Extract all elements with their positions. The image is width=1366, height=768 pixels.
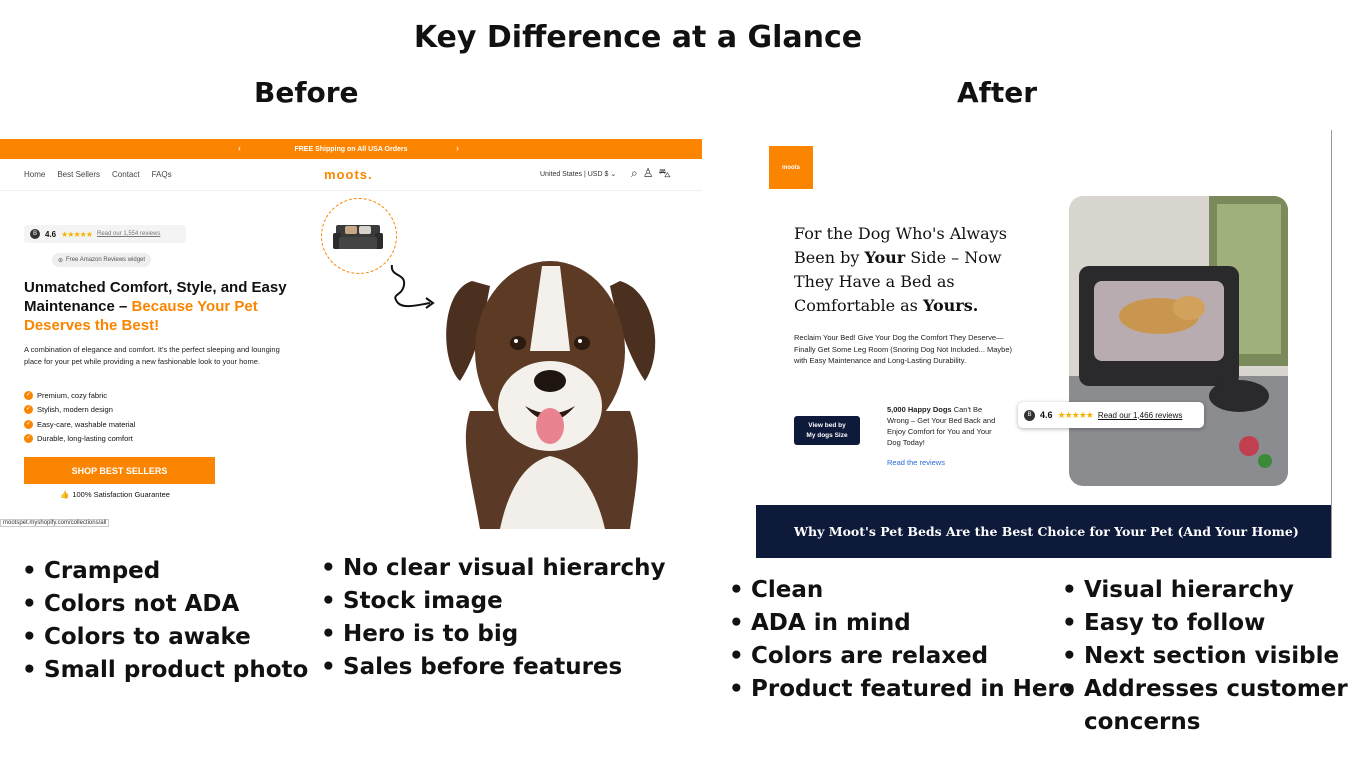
- list-item: ADA in mind: [727, 607, 1075, 640]
- check-icon: ✓: [24, 419, 33, 429]
- chevron-right-icon[interactable]: ›: [456, 143, 459, 153]
- happy-dogs-count: 5,000 Happy Dogs: [887, 405, 952, 414]
- headline-bold-1: Your: [864, 248, 906, 267]
- stars-icon: ★★★★★: [1057, 409, 1094, 420]
- after-notes-right: Visual hierarchy Easy to follow Next sec…: [1060, 574, 1360, 739]
- moots-logo[interactable]: moots.: [324, 167, 373, 182]
- before-notes-right: No clear visual hierarchy Stock image He…: [319, 552, 665, 684]
- hero-headline: For the Dog Who's Always Been by Your Si…: [794, 222, 1034, 318]
- sofa-bed-image: [333, 225, 383, 249]
- before-heading: Before: [254, 76, 359, 109]
- account-icon[interactable]: ♙: [643, 166, 654, 180]
- dog-stock-photo: [446, 261, 656, 529]
- feature-label: Easy-care, washable material: [37, 419, 136, 429]
- feature-label: Stylish, modern design: [37, 405, 113, 415]
- hero-description: Reclaim Your Bed! Give Your Dog the Comf…: [794, 333, 1013, 365]
- list-item: Stock image: [319, 585, 665, 618]
- nav-best-sellers[interactable]: Best Sellers: [57, 170, 100, 179]
- widget-label: Free Amazon Reviews widget: [66, 257, 146, 263]
- stars-icon: ★★★★★: [61, 229, 93, 239]
- feature-label: Durable, long-lasting comfort: [37, 434, 133, 444]
- reviews-badge-icon: B: [30, 229, 40, 239]
- shipping-banner: ‹ FREE Shipping on All USA Orders ›: [0, 139, 702, 159]
- search-icon[interactable]: ⌕: [631, 166, 638, 180]
- after-notes-left: Clean ADA in mind Colors are relaxed Pro…: [727, 574, 1075, 706]
- chevron-down-icon: ⌄: [610, 171, 617, 178]
- read-reviews-link[interactable]: Read the reviews: [887, 458, 945, 467]
- list-item: Sales before features: [319, 651, 665, 684]
- amazon-icon: ⊛: [58, 257, 64, 264]
- feature-label: Premium, cozy fabric: [37, 390, 108, 400]
- list-item: Product featured in Hero: [727, 673, 1075, 706]
- social-proof-text: 5,000 Happy Dogs Can't Be Wrong – Get Yo…: [887, 404, 997, 448]
- next-section-banner: Why Moot's Pet Beds Are the Best Choice …: [756, 505, 1331, 558]
- header-nav: Home Best Sellers Contact FAQs moots. Un…: [0, 159, 702, 191]
- rating-value: 4.6: [1040, 410, 1053, 420]
- view-bed-by-size-button[interactable]: View bed by My dogs Size: [794, 416, 860, 445]
- moots-logo[interactable]: moots: [769, 146, 813, 189]
- list-item: ✓ Stylish, modern design: [24, 403, 135, 418]
- list-item: ✓ Durable, long-lasting comfort: [24, 432, 135, 447]
- before-screenshot: ‹ FREE Shipping on All USA Orders › Home…: [0, 139, 702, 529]
- thumbs-up-icon: 👍: [60, 490, 70, 499]
- list-item: Visual hierarchy: [1060, 574, 1360, 607]
- header-icons: ⌕ ♙ ⛍: [631, 166, 671, 180]
- list-item: Hero is to big: [319, 618, 665, 651]
- cta-line-1: View bed by: [808, 421, 846, 429]
- hero-description: A combination of elegance and comfort. I…: [24, 345, 280, 366]
- before-notes-left: Cramped Colors not ADA Colors to awake S…: [20, 555, 308, 687]
- status-url: mootspet.myshopify.com/collections/all: [0, 519, 110, 527]
- check-icon: ✓: [24, 390, 33, 400]
- reviews-link[interactable]: Read our 1,554 reviews: [97, 231, 160, 237]
- amazon-widget-badge: ⊛ Free Amazon Reviews widget: [52, 253, 152, 267]
- locale-selector[interactable]: United States | USD $ ⌄: [540, 170, 616, 178]
- guarantee-label: 100% Satisfaction Guarantee: [72, 490, 170, 499]
- list-item: Clean: [727, 574, 1075, 607]
- headline-bold-2: Yours.: [922, 296, 979, 315]
- reviews-badge-icon: B: [1024, 409, 1035, 421]
- locale-label: United States | USD $: [540, 171, 609, 178]
- check-icon: ✓: [24, 405, 33, 415]
- hero-headline: Unmatched Comfort, Style, and Easy Maint…: [24, 278, 304, 335]
- nav-contact[interactable]: Contact: [112, 170, 140, 179]
- feature-list: ✓ Premium, cozy fabric ✓ Stylish, modern d…: [24, 388, 135, 446]
- rating-card: B 4.6 ★★★★★ Read our 1,466 reviews: [1018, 402, 1204, 428]
- nav-faqs[interactable]: FAQs: [152, 170, 172, 179]
- list-item: No clear visual hierarchy: [319, 552, 665, 585]
- after-heading: After: [957, 76, 1038, 109]
- list-item: Cramped: [20, 555, 308, 588]
- list-item: Next section visible: [1060, 640, 1360, 673]
- rating-bar: B 4.6 ★★★★★ Read our 1,554 reviews: [24, 225, 186, 243]
- list-item: Colors not ADA: [20, 588, 308, 621]
- list-item: Easy to follow: [1060, 607, 1360, 640]
- dog-on-bed-photo: [1069, 196, 1288, 486]
- cta-line-2: My dogs Size: [806, 431, 848, 439]
- banner-text: FREE Shipping on All USA Orders: [294, 145, 408, 153]
- rating-value: 4.6: [45, 229, 57, 239]
- list-item: Colors to awake: [20, 621, 308, 654]
- reviews-link[interactable]: Read our 1,466 reviews: [1098, 411, 1183, 420]
- cart-icon[interactable]: ⛍: [659, 166, 671, 180]
- list-item: Addresses customer concerns: [1060, 673, 1360, 739]
- shop-best-sellers-button[interactable]: SHOP BEST SELLERS: [24, 457, 215, 484]
- list-item: ✓ Easy-care, washable material: [24, 417, 135, 432]
- list-item: Colors are relaxed: [727, 640, 1075, 673]
- list-item: ✓ Premium, cozy fabric: [24, 388, 135, 403]
- chevron-left-icon[interactable]: ‹: [238, 143, 241, 153]
- nav-links: Home Best Sellers Contact FAQs: [24, 170, 172, 179]
- page-title: Key Difference at a Glance: [413, 20, 863, 55]
- after-screenshot: moots For the Dog Who's Always Been by Y…: [756, 130, 1332, 558]
- nav-home[interactable]: Home: [24, 170, 45, 179]
- satisfaction-guarantee: 👍 100% Satisfaction Guarantee: [60, 490, 170, 499]
- list-item: Small product photo: [20, 654, 308, 687]
- check-icon: ✓: [24, 434, 33, 444]
